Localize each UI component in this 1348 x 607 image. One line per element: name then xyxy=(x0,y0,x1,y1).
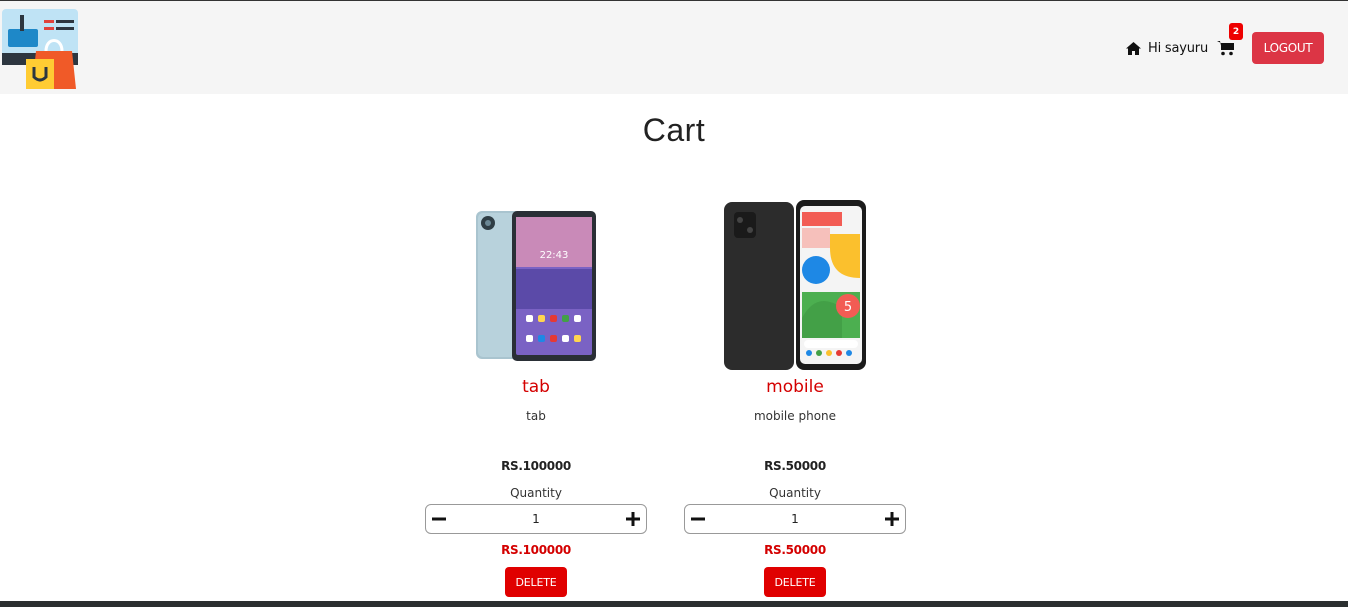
quantity-label: Quantity xyxy=(769,486,821,500)
product-image: 22:43 xyxy=(425,195,647,375)
product-name: tab xyxy=(522,377,550,397)
product-image: 5 xyxy=(684,195,906,375)
quantity-value[interactable]: 1 xyxy=(791,512,799,526)
cart-count-badge: 2 xyxy=(1229,23,1243,40)
home-icon[interactable] xyxy=(1125,41,1142,56)
delete-button[interactable]: DELETE xyxy=(764,567,826,597)
product-name: mobile xyxy=(766,377,824,397)
decrease-quantity-button[interactable] xyxy=(689,509,707,529)
nav-menu: Hi sayuru 2 LOGOUT xyxy=(1125,23,1324,64)
product-description: mobile phone xyxy=(753,409,837,423)
shop-logo-icon[interactable] xyxy=(0,7,82,89)
plus-icon xyxy=(884,512,899,526)
navbar: Hi sayuru 2 LOGOUT xyxy=(0,1,1348,94)
svg-text:22:43: 22:43 xyxy=(540,250,569,261)
product-price: RS.50000 xyxy=(764,459,826,473)
quantity-stepper: 1 xyxy=(425,504,647,534)
quantity-label: Quantity xyxy=(510,486,562,500)
quantity-value[interactable]: 1 xyxy=(532,512,540,526)
plus-icon xyxy=(625,512,640,526)
product-description: tab xyxy=(526,409,546,423)
cart-item: 22:43 tab tab RS.100000 Quantity 1 RS.10… xyxy=(425,195,647,597)
cart-icon[interactable] xyxy=(1217,40,1234,56)
delete-button[interactable]: DELETE xyxy=(505,567,567,597)
item-subtotal: RS.50000 xyxy=(764,543,826,557)
quantity-stepper: 1 xyxy=(684,504,906,534)
logout-button[interactable]: LOGOUT xyxy=(1252,32,1324,64)
increase-quantity-button[interactable] xyxy=(883,509,901,529)
increase-quantity-button[interactable] xyxy=(624,509,642,529)
page-title: Cart xyxy=(642,112,706,148)
minus-icon xyxy=(432,517,446,521)
product-price: RS.100000 xyxy=(501,459,571,473)
bottom-bar xyxy=(0,601,1348,607)
decrease-quantity-button[interactable] xyxy=(430,509,448,529)
user-greeting: Hi sayuru xyxy=(1148,40,1208,56)
svg-text:5: 5 xyxy=(844,300,852,315)
cart-link[interactable]: 2 xyxy=(1216,23,1243,58)
home-link[interactable]: Hi sayuru xyxy=(1125,41,1216,56)
item-subtotal: RS.100000 xyxy=(501,543,571,557)
minus-icon xyxy=(691,517,705,521)
cart-item: 5 mobile mobile phone RS.50000 Quantity … xyxy=(684,195,906,597)
